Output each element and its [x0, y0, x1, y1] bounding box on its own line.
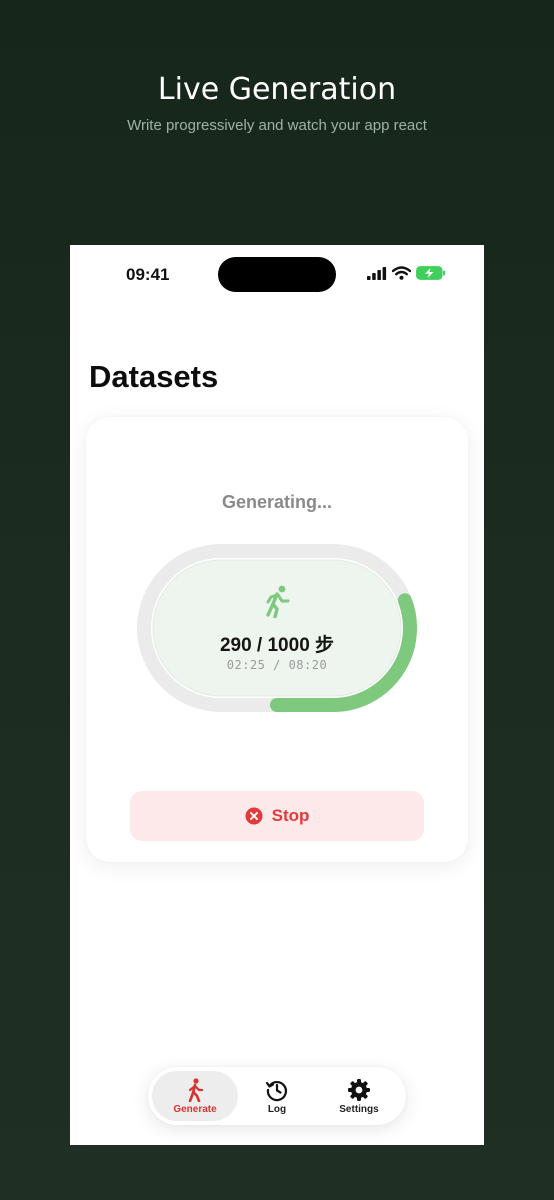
generation-card: Generating... 290 / 1000 步 02:25 / 08:20… [86, 417, 468, 862]
running-person-icon [266, 585, 290, 618]
tab-bar: Generate Log Settings [148, 1067, 406, 1125]
stop-button[interactable]: Stop [130, 791, 424, 841]
walking-person-icon [188, 1077, 204, 1102]
status-time: 09:41 [126, 265, 170, 284]
generation-status: Generating... [221, 492, 333, 512]
wifi-icon [392, 266, 411, 280]
tab-log-label: Log [267, 1103, 287, 1115]
status-icons [367, 266, 446, 280]
tab-generate[interactable]: Generate [152, 1071, 238, 1121]
tab-generate-label: Generate [173, 1103, 217, 1115]
history-icon [265, 1080, 288, 1101]
tab-settings-label: Settings [339, 1103, 379, 1115]
gear-icon [348, 1078, 370, 1101]
dynamic-island [218, 257, 336, 292]
phone-screen: 09:41 Datasets Generating... 290 / 1000 … [70, 245, 484, 1145]
promo-title: Live Generation [157, 72, 397, 107]
signal-icon [367, 266, 387, 280]
progress-inner [152, 559, 402, 697]
tab-settings[interactable]: Settings [316, 1071, 402, 1121]
battery-charging-icon [416, 266, 445, 280]
time-counter: 02:25 / 08:20 [226, 658, 328, 672]
tab-log[interactable]: Log [234, 1071, 320, 1121]
stop-button-label: Stop [271, 806, 310, 825]
close-circle-icon [245, 807, 263, 825]
promo-subtitle: Write progressively and watch your app r… [127, 117, 427, 134]
page-title: Datasets [89, 359, 219, 394]
step-counter: 290 / 1000 步 [219, 635, 335, 656]
progress-ring [137, 544, 417, 712]
